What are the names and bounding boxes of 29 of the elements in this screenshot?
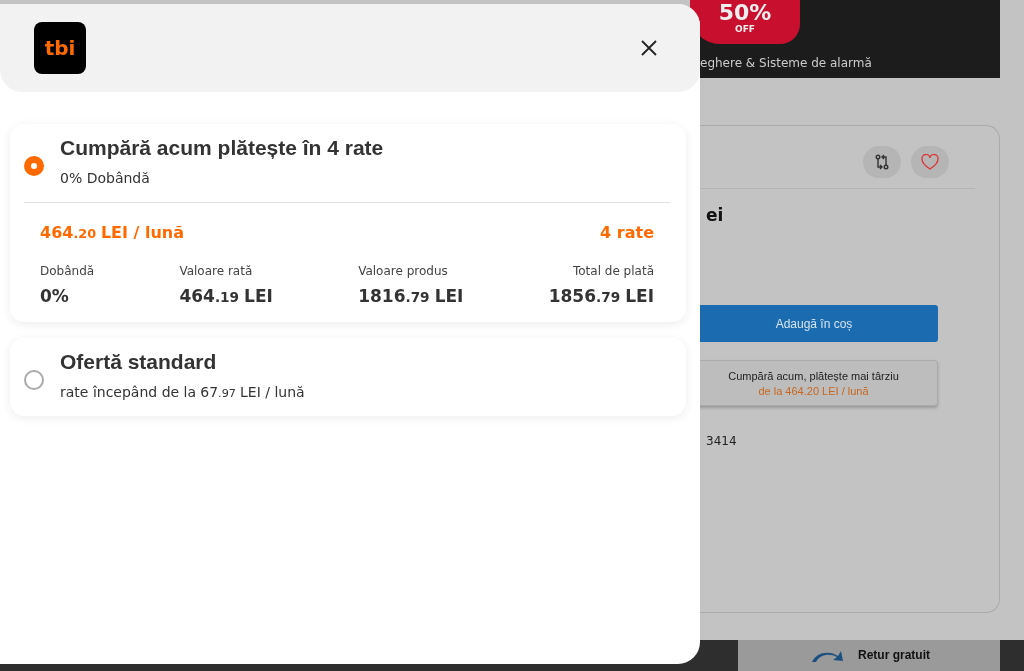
offer-title: Ofertă standard [60, 350, 218, 374]
compare-icon [874, 154, 890, 170]
detail-label: Dobândă [40, 264, 95, 278]
offer-subtitle: rate începând de la 67.97 LEI / lună [60, 384, 305, 400]
detail-value: 0% [40, 286, 70, 306]
heart-icon [921, 154, 939, 170]
offer-subtitle: 0% Dobândă [60, 170, 151, 186]
detail-value: 1856.79 LEI [548, 286, 654, 306]
detail-label: Total de plată [572, 264, 654, 278]
offer-card[interactable]: Ofertă standard rate începând de la 67.97 LEI / lună [10, 338, 686, 416]
installments-count: 4 rate [600, 223, 654, 242]
close-icon [641, 40, 657, 56]
discount-badge: 50% OFF [690, 0, 800, 44]
monthly-amount: 464.20 LEI / lună [40, 223, 184, 242]
radio-button[interactable] [24, 370, 44, 390]
tbi-logo: tbi [34, 22, 86, 74]
detail-label: Valoare rată [179, 264, 254, 278]
wishlist-button[interactable] [911, 146, 949, 178]
detail-value: 1816.79 LEI [358, 286, 464, 306]
detail-label: Valoare produs [358, 264, 449, 278]
product-code: 3414 [706, 434, 737, 448]
product-title: ei [706, 205, 724, 225]
offer-card[interactable]: Cumpără acum plătește în 4 rate 0% Dobândă 464.20 LEI / lună 4 rate Dobândă 0% Valoare rată 464.19 LEI Valoare produs 1816.79 LEI Total de plată 1856.79 LEI [10, 124, 686, 322]
offer-title: Cumpără acum plătește în 4 rate [60, 136, 384, 160]
banner-caption: eghere & Sisteme de alarmă [700, 56, 873, 70]
radio-button[interactable] [24, 156, 44, 176]
compare-button[interactable] [863, 146, 901, 178]
return-label: Retur gratuit [858, 648, 930, 662]
detail-value: 464.19 LEI [179, 286, 273, 306]
